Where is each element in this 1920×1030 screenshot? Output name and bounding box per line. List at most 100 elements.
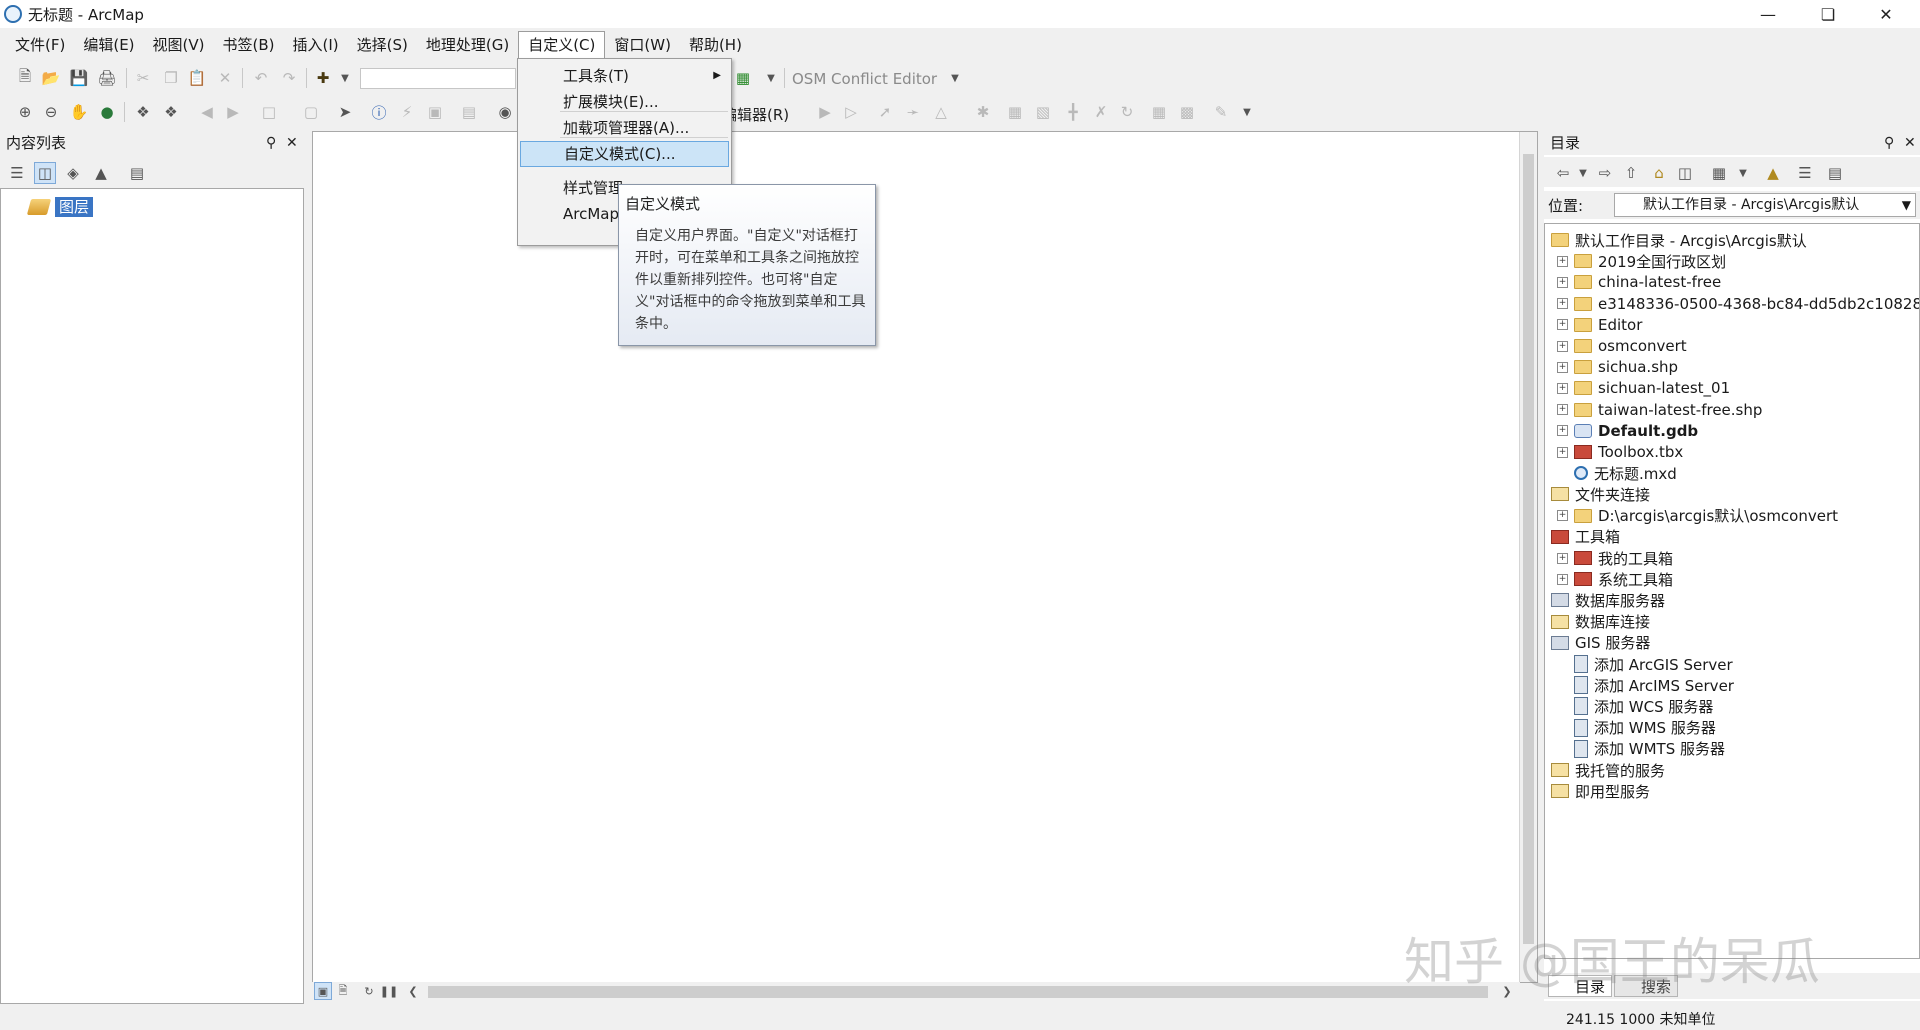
close-icon[interactable]: ✕ [286, 131, 298, 155]
redo-icon[interactable]: ↷ [278, 67, 300, 89]
toolbar-overflow-icon[interactable]: ▼ [944, 67, 966, 89]
cut-polygons-icon[interactable]: ╋ [1062, 101, 1084, 123]
toolbar-overflow-icon[interactable]: ▼ [760, 67, 782, 89]
customize-menu-item[interactable]: 自定义模式(C)... [520, 141, 729, 167]
reshape-icon[interactable]: ▧ [1032, 101, 1054, 123]
layers-label[interactable]: 图层 [55, 197, 94, 217]
tree-item[interactable]: + Editor [1557, 315, 1642, 335]
zoom-out-icon[interactable]: ⊖ [40, 101, 62, 123]
tree-item[interactable]: 默认工作目录 - Arcgis\Arcgis默认 [1551, 230, 1807, 250]
expand-icon[interactable]: + [1557, 573, 1568, 585]
expand-icon[interactable]: + [1557, 510, 1568, 522]
pan-icon[interactable]: ✋ [68, 101, 90, 123]
split-icon[interactable]: ✗ [1090, 101, 1112, 123]
expand-icon[interactable]: + [1557, 404, 1568, 416]
tree-item[interactable]: + D:\arcgis\arcgis默认\osmconvert [1557, 506, 1838, 526]
expand-icon[interactable]: + [1557, 298, 1568, 310]
edit-vertices-icon[interactable]: ▦ [1004, 101, 1026, 123]
identify-icon[interactable]: ⓘ [368, 101, 390, 123]
tree-item[interactable]: + china-latest-free [1557, 272, 1721, 292]
expand-icon[interactable]: + [1557, 552, 1568, 564]
expand-icon[interactable]: + [1557, 382, 1568, 394]
tree-item[interactable]: 数据库服务器 [1551, 590, 1665, 610]
end-point-arc-icon[interactable]: ➛ [902, 101, 924, 123]
tree-item[interactable]: +添加 WMTS 服务器 [1557, 739, 1725, 759]
editor-menu-label[interactable]: 编辑器(R) [722, 104, 789, 125]
up-one-level-icon[interactable]: ⇧ [1620, 162, 1642, 184]
expand-icon[interactable]: + [1557, 255, 1568, 267]
paste-icon[interactable]: 📋 [186, 67, 208, 89]
fixed-zoom-out-icon[interactable]: ❖ [160, 101, 182, 123]
close-icon[interactable]: ✕ [1858, 0, 1914, 28]
osm-conflict-editor-label[interactable]: OSM Conflict Editor [792, 70, 937, 88]
restore-icon[interactable]: ❏ [1800, 0, 1856, 28]
tree-item[interactable]: +添加 WMS 服务器 [1557, 718, 1716, 738]
map-horizontal-scrollbar[interactable]: ❯ [428, 982, 1520, 1002]
edit-annotation-icon[interactable]: ▷ [840, 101, 862, 123]
view-dropdown-icon[interactable]: ▼ [1732, 162, 1754, 184]
trace-icon[interactable]: △ [930, 101, 952, 123]
menu-item[interactable]: 自定义(C) [518, 31, 606, 59]
save-icon[interactable]: 💾 [68, 67, 90, 89]
cut-icon[interactable]: ✂ [132, 67, 154, 89]
home-icon[interactable]: ⌂ [1648, 162, 1670, 184]
expand-icon[interactable]: + [1557, 276, 1568, 288]
menu-item[interactable]: 选择(S) [348, 31, 417, 59]
add-data-icon[interactable]: ✚ [312, 67, 334, 89]
tree-item[interactable]: + sichua.shp [1557, 357, 1678, 377]
expand-icon[interactable]: + [1557, 340, 1568, 352]
osm-editor-icon[interactable]: ▦ [732, 67, 754, 89]
delete-icon[interactable]: ✕ [214, 67, 236, 89]
customize-menu-item[interactable]: 工具条(T) ▶ [520, 63, 729, 89]
menu-item[interactable]: 帮助(H) [680, 31, 751, 59]
list-by-source-icon[interactable]: ◫ [34, 162, 56, 184]
chevron-down-icon[interactable]: ▼ [1902, 194, 1911, 216]
tree-item[interactable]: +添加 ArcGIS Server [1557, 654, 1733, 674]
layers-node[interactable]: 图层 [26, 197, 94, 217]
pause-drawing-icon[interactable]: ❚❚ [380, 982, 398, 1000]
rotate-icon[interactable]: ↻ [1116, 101, 1138, 123]
fixed-zoom-in-icon[interactable]: ❖ [132, 101, 154, 123]
copy-icon[interactable]: ❐ [160, 67, 182, 89]
toc-options-icon[interactable]: ▤ [126, 162, 148, 184]
point-icon[interactable]: ✱ [972, 101, 994, 123]
zoom-in-icon[interactable]: ⊕ [14, 101, 36, 123]
connect-folder-icon[interactable]: ◫ [1674, 162, 1696, 184]
straight-segment-icon[interactable]: ➚ [874, 101, 896, 123]
toolbar-overflow-icon[interactable]: ▼ [1236, 101, 1258, 123]
find-icon[interactable]: ◉ [494, 101, 516, 123]
tree-item[interactable]: + Default.gdb [1557, 421, 1698, 441]
menu-item[interactable]: 文件(F) [6, 31, 74, 59]
refresh-icon[interactable]: ↻ [360, 982, 378, 1000]
scroll-left-icon[interactable]: ❮ [404, 982, 422, 1000]
data-view-icon[interactable]: ▣ [314, 982, 332, 1000]
new-folder-icon[interactable]: ▲ [1762, 162, 1784, 184]
open-icon[interactable]: 📂 [40, 67, 62, 89]
menu-item[interactable]: 书签(B) [214, 31, 284, 59]
menu-item[interactable]: 窗口(W) [605, 31, 680, 59]
map-canvas[interactable] [312, 131, 1538, 983]
forward-icon[interactable]: ⇨ [1594, 162, 1616, 184]
tree-item[interactable]: +添加 ArcIMS Server [1557, 675, 1734, 695]
html-popup-icon[interactable]: ▣ [424, 101, 446, 123]
tree-item[interactable]: 工具箱 [1551, 527, 1620, 547]
location-combobox[interactable]: 默认工作目录 - Arcgis\Arcgis默认 ▼ [1614, 193, 1916, 217]
tree-item[interactable]: 数据库连接 [1551, 612, 1650, 632]
attributes-icon[interactable]: ▦ [1148, 101, 1170, 123]
options-icon[interactable]: ▤ [1824, 162, 1846, 184]
close-icon[interactable]: ✕ [1904, 131, 1916, 155]
tree-item[interactable]: GIS 服务器 [1551, 633, 1650, 653]
list-by-visibility-icon[interactable]: ◈ [62, 162, 84, 184]
undo-icon[interactable]: ↶ [250, 67, 272, 89]
list-by-selection-icon[interactable]: ▲ [90, 162, 112, 184]
full-extent-icon[interactable]: ● [96, 101, 118, 123]
pin-icon[interactable]: ⚲ [266, 131, 276, 155]
list-by-drawing-order-icon[interactable]: ☰ [6, 162, 28, 184]
menu-item[interactable]: 插入(I) [284, 31, 348, 59]
scroll-thumb[interactable] [428, 986, 1488, 998]
new-document-icon[interactable]: 🗎 [14, 67, 36, 89]
select-features-icon[interactable]: □ [258, 101, 280, 123]
tree-item[interactable]: + e3148336-0500-4368-bc84-dd5db2c10828 [1557, 294, 1919, 314]
clear-selection-icon[interactable]: ▢ [300, 101, 322, 123]
menu-item[interactable]: 视图(V) [144, 31, 214, 59]
